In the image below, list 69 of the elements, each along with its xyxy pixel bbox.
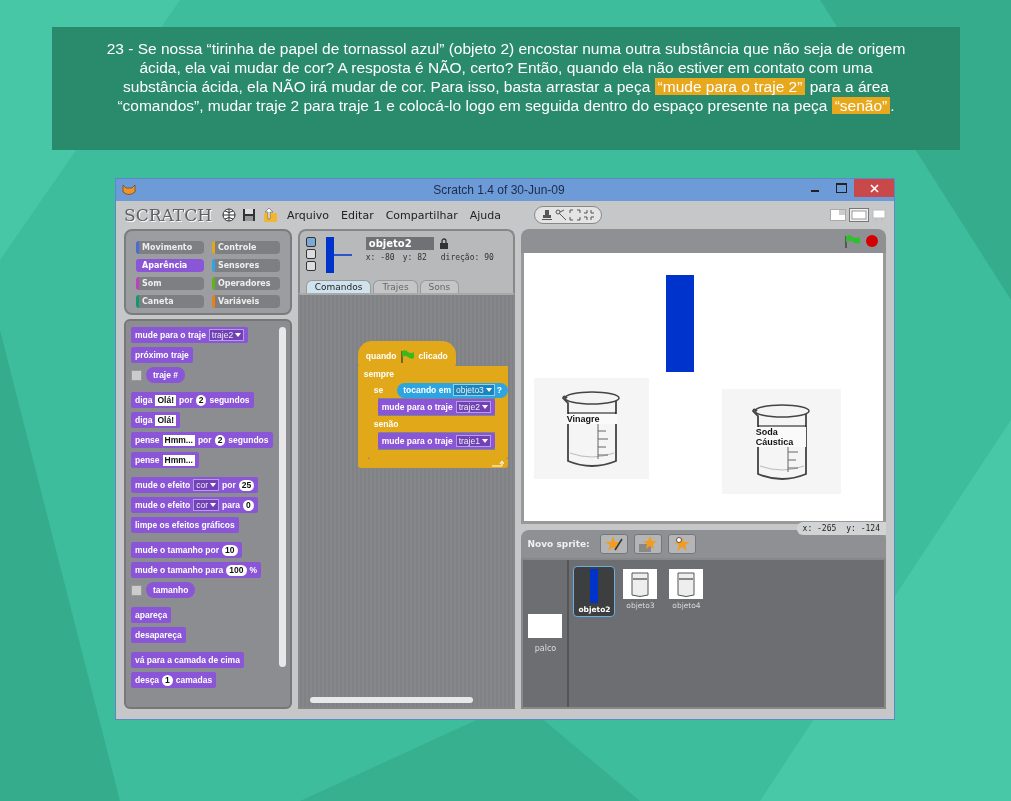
menu-item[interactable]: Arquivo: [284, 208, 333, 222]
beaker-sprite[interactable]: Soda Cáustica: [722, 389, 842, 494]
forever-block[interactable]: sempre se tocando em objeto3 ? mude para o traje traje2 senão mude para o traje traje1: [357, 366, 509, 468]
mouse-y: y: -124: [846, 524, 880, 533]
number-input[interactable]: 2: [195, 394, 207, 406]
command-block[interactable]: pense Hmm...: [131, 452, 199, 468]
category-button[interactable]: Controle: [211, 241, 280, 254]
window-title: Scratch 1.4 of 30-Jun-09: [432, 183, 566, 197]
menu-item[interactable]: Editar: [338, 208, 377, 222]
reporter-block[interactable]: tamanho: [146, 582, 196, 598]
command-block[interactable]: mude o efeito cor por 25: [131, 477, 259, 493]
command-block[interactable]: pense Hmm... por 2 segundos: [131, 432, 273, 448]
dropdown[interactable]: objeto3: [452, 384, 495, 396]
command-block[interactable]: mude o tamanho para 100 %: [131, 562, 262, 578]
dropdown[interactable]: traje2: [455, 401, 491, 413]
number-input[interactable]: 0: [243, 499, 254, 511]
text-input[interactable]: Olá!: [155, 414, 176, 426]
category-button[interactable]: Movimento: [136, 241, 204, 254]
menu-item[interactable]: Compartilhar: [382, 208, 461, 222]
command-block[interactable]: diga Olá!: [131, 412, 180, 428]
stage-label: palco: [534, 644, 557, 653]
beaker-sprite[interactable]: Vinagre: [534, 378, 650, 479]
category-button[interactable]: Aparência: [136, 259, 204, 272]
command-block[interactable]: apareça: [131, 607, 172, 623]
tab[interactable]: Comandos: [305, 280, 372, 293]
number-input[interactable]: 1: [162, 674, 173, 686]
command-block[interactable]: desapareça: [131, 627, 186, 643]
command-block[interactable]: vá para a camada de cima: [131, 652, 244, 668]
sensing-block[interactable]: tocando em objeto3 ?: [397, 382, 509, 398]
command-block[interactable]: mude o tamanho por 10: [131, 542, 242, 558]
menu-item[interactable]: Ajuda: [466, 208, 504, 222]
command-block[interactable]: mude para o traje traje1: [377, 433, 495, 449]
command-block[interactable]: desça 1 camadas: [131, 672, 217, 688]
dropdown[interactable]: traje1: [455, 435, 491, 447]
command-block[interactable]: limpe os efeitos gráficos: [131, 517, 239, 533]
new-sprite-label: Novo sprite:: [527, 539, 590, 549]
number-input[interactable]: 25: [238, 479, 255, 491]
text-input[interactable]: Olá!: [155, 394, 176, 406]
scratch-logo: SCRATCH: [124, 205, 212, 225]
category-button[interactable]: Som: [136, 277, 204, 290]
mouse-x: x: -265: [802, 524, 837, 533]
command-block[interactable]: mude o efeito cor para 0: [131, 497, 258, 513]
direction-readout: direção: 90: [440, 253, 494, 262]
number-input[interactable]: 100: [226, 564, 247, 576]
y-position: y: 82: [402, 253, 427, 262]
tab[interactable]: Sons: [419, 280, 460, 293]
sprite-name-field[interactable]: objeto2: [365, 237, 434, 250]
instruction-text: 23 - Se nossa “tirinha de papel de tornassol azul” (objeto 2) encostar numa outra substância que não seja de origem ácida, ela vai mudar de cor? A resposta é NÃO, certo? Então, quando ela não estiver em contato com uma substância ácida, ela NÃO irá mudar de cor. Para isso, basta arrastar a peça “mude para o traje 2” para a área “comandos”, mudar traje 2 para traje 1 e colocá-lo logo em seguida dentro do espaço presente na peça “senão” .: [52, 27, 960, 150]
x-position: x: -80: [365, 253, 395, 262]
if-else-block[interactable]: se tocando em objeto3 ? mude para o traje traje2 senão mude para o traje traje1: [367, 382, 509, 459]
beaker-label: Vinagre: [566, 414, 617, 425]
category-button[interactable]: Operadores: [211, 277, 280, 290]
command-block[interactable]: próximo traje: [131, 347, 193, 363]
beaker-label: Soda Cáustica: [755, 426, 806, 447]
text-input[interactable]: Hmm...: [162, 454, 195, 466]
number-input[interactable]: 10: [222, 544, 238, 556]
category-button[interactable]: Sensores: [211, 259, 280, 272]
number-input[interactable]: 2: [214, 434, 226, 446]
tab[interactable]: Trajes: [373, 280, 418, 293]
dropdown[interactable]: cor: [193, 479, 220, 491]
category-button[interactable]: Caneta: [136, 295, 204, 308]
reporter-block[interactable]: traje #: [146, 367, 186, 383]
command-block[interactable]: diga Olá! por 2 segundos: [131, 392, 254, 408]
command-block[interactable]: mude para o traje traje2: [377, 399, 495, 415]
command-block[interactable]: mude para o traje traje2: [131, 327, 249, 343]
category-button[interactable]: Variáveis: [211, 295, 280, 308]
text-input[interactable]: Hmm...: [162, 434, 195, 446]
dropdown[interactable]: traje2: [208, 329, 245, 341]
dropdown[interactable]: cor: [193, 499, 220, 511]
